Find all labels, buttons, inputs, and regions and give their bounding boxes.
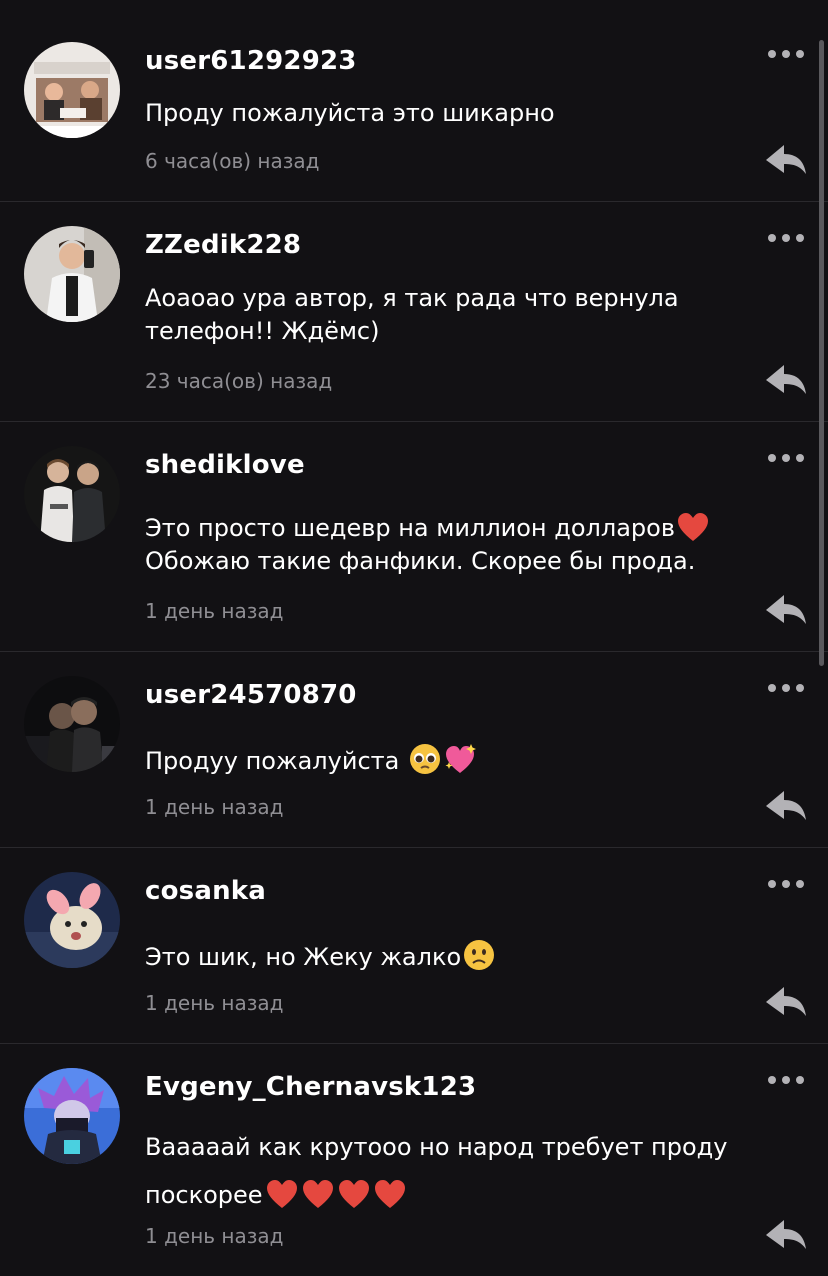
more-dots-icon[interactable] xyxy=(766,48,806,60)
red-heart-emoji xyxy=(302,1180,333,1208)
more-dots-icon[interactable] xyxy=(766,1074,806,1086)
red-heart-emoji xyxy=(338,1180,369,1208)
reply-arrow-icon[interactable] xyxy=(764,592,808,628)
comment-time: 1 день назад xyxy=(145,991,284,1015)
red-heart-emoji xyxy=(374,1180,405,1208)
comment-item: user24570870 Продуу пожалуйста 1 день на… xyxy=(0,652,828,848)
user-avatar[interactable] xyxy=(24,676,120,772)
more-dots-icon[interactable] xyxy=(766,682,806,694)
comment-time: 1 день назад xyxy=(145,599,284,623)
pleading-face-emoji xyxy=(409,744,440,774)
user-avatar[interactable] xyxy=(24,42,120,138)
comment-text: Это шик, но Жеку жалко xyxy=(145,939,745,974)
reply-arrow-icon[interactable] xyxy=(764,788,808,824)
comment-text: Аоаоао ура автор, я так рада что вернула… xyxy=(145,284,679,345)
user-avatar[interactable] xyxy=(24,872,120,968)
reply-arrow-icon[interactable] xyxy=(764,1217,808,1253)
avatar-photo-people-table-icon xyxy=(24,42,120,138)
scrollbar[interactable] xyxy=(819,40,824,666)
avatar-photo-mirror-selfie-icon xyxy=(24,226,120,322)
comment-time: 23 часа(ов) назад xyxy=(145,369,333,393)
reply-arrow-icon[interactable] xyxy=(764,984,808,1020)
more-dots-icon[interactable] xyxy=(766,232,806,244)
comment-username[interactable]: Evgeny_Chernavsk123 xyxy=(145,1072,476,1102)
comment-text: Продуу пожалуйста xyxy=(145,743,745,778)
red-heart-emoji xyxy=(677,513,708,541)
comment-username[interactable]: shediklove xyxy=(145,450,305,480)
slightly-frowning-face-emoji xyxy=(464,940,495,970)
comment-item: Evgeny_Chernavsk123 Вааааай как крутооо … xyxy=(0,1044,828,1276)
comment-item: shediklove Это просто шедевр на миллион … xyxy=(0,422,828,652)
comment-item: ZZedik228 Аоаоао ура автор, я так рада ч… xyxy=(0,202,828,422)
avatar-photo-couple-night-icon xyxy=(24,676,120,772)
reply-arrow-icon[interactable] xyxy=(764,142,808,178)
sparkling-heart-emoji xyxy=(445,744,476,773)
comment-item: cosanka Это шик, но Жеку жалко 1 день на… xyxy=(0,848,828,1044)
red-heart-emoji xyxy=(266,1180,297,1208)
comment-username[interactable]: user61292923 xyxy=(145,46,357,76)
comment-text: Вааааай как крутооо но народ требует про… xyxy=(145,1123,765,1219)
comment-text-line: Обожаю такие фанфики. Скорее бы прода. xyxy=(145,547,696,575)
more-dots-icon[interactable] xyxy=(766,452,806,464)
avatar-photo-two-boys-icon xyxy=(24,446,120,542)
comment-time: 6 часа(ов) назад xyxy=(145,149,320,173)
comment-text-line: Это просто шедевр на миллион долларов xyxy=(145,514,675,542)
comment-item: user61292923 Проду пожалуйста это шикарн… xyxy=(0,0,828,202)
more-dots-icon[interactable] xyxy=(766,878,806,890)
user-avatar[interactable] xyxy=(24,226,120,322)
comment-username[interactable]: cosanka xyxy=(145,876,266,906)
comment-username[interactable]: ZZedik228 xyxy=(145,230,301,260)
user-avatar[interactable] xyxy=(24,446,120,542)
reply-arrow-icon[interactable] xyxy=(764,362,808,398)
comment-text: Проду пожалуйста это шикарно xyxy=(145,99,555,127)
avatar-anime-purple-hair-icon xyxy=(24,1068,120,1164)
comments-list: user61292923 Проду пожалуйста это шикарн… xyxy=(0,0,828,1276)
user-avatar[interactable] xyxy=(24,1068,120,1164)
comment-text-line: Вааааай как крутооо но народ требует про… xyxy=(145,1133,728,1161)
comment-text-line: Это шик, но Жеку жалко xyxy=(145,943,462,971)
comment-text-line: поскорее xyxy=(145,1181,263,1209)
comment-username[interactable]: user24570870 xyxy=(145,680,357,710)
comment-time: 1 день назад xyxy=(145,795,284,819)
comment-text-line: Продуу пожалуйста xyxy=(145,747,400,775)
avatar-photo-cat-bunny-ears-icon xyxy=(24,872,120,968)
comment-text: Это просто шедевр на миллион долларов Об… xyxy=(145,512,745,578)
comment-time: 1 день назад xyxy=(145,1224,284,1248)
